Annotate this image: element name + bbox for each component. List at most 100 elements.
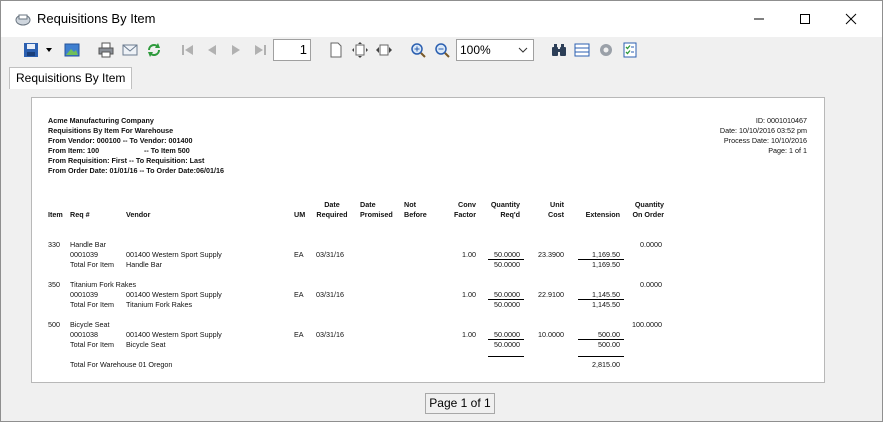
- total-label: Total For Item: [70, 260, 114, 269]
- image-export-icon: [64, 43, 80, 57]
- header-extension: Extension: [585, 210, 620, 219]
- filter-item-to: -- To Item 500: [144, 146, 190, 155]
- quantity-reqd: 50.0000: [494, 330, 520, 339]
- last-page-button[interactable]: [250, 40, 270, 60]
- refresh-button[interactable]: [144, 40, 164, 60]
- quantity-reqd: 50.0000: [494, 250, 520, 259]
- email-button[interactable]: [120, 40, 140, 60]
- tab-strip: Requisitions By Item: [9, 67, 875, 90]
- export-image-button[interactable]: [62, 40, 82, 60]
- close-button[interactable]: [828, 1, 874, 37]
- chevron-down-icon: [518, 47, 528, 53]
- header-item: Item: [48, 210, 63, 219]
- settings-button[interactable]: [596, 40, 616, 60]
- total-label: Total For Item: [70, 340, 114, 349]
- date-required: 03/31/16: [316, 290, 344, 299]
- zoom-select[interactable]: 100%: [456, 39, 534, 61]
- window-title: Requisitions By Item: [37, 11, 156, 26]
- item-number: 330: [48, 240, 60, 249]
- total-description: Handle Bar: [126, 260, 162, 269]
- company-name: Acme Manufacturing Company: [48, 116, 154, 125]
- page-number-input[interactable]: 1: [273, 39, 311, 61]
- req-number: 0001038: [70, 330, 98, 339]
- prev-page-button[interactable]: [202, 40, 222, 60]
- header-on-order-1: Quantity: [634, 200, 664, 209]
- header-unit-1: Unit: [550, 200, 564, 209]
- unit-of-measure: EA: [294, 330, 304, 339]
- item-description: Handle Bar: [70, 240, 106, 249]
- header-date-promised-1: Date: [360, 200, 376, 209]
- layout-button[interactable]: [572, 40, 592, 60]
- close-icon: [845, 13, 857, 25]
- zoom-out-button[interactable]: [432, 40, 452, 60]
- quantity-reqd: 50.0000: [494, 290, 520, 299]
- conv-factor: 1.00: [462, 250, 476, 259]
- extension: 1,169.50: [592, 250, 620, 259]
- tab-requisitions-by-item[interactable]: Requisitions By Item: [9, 67, 133, 90]
- unit-of-measure: EA: [294, 290, 304, 299]
- binoculars-icon: [552, 44, 566, 56]
- save-button[interactable]: [21, 40, 41, 60]
- options-button[interactable]: [620, 40, 640, 60]
- total-label: Total For Item: [70, 300, 114, 309]
- total-extension: 500.00: [598, 340, 620, 349]
- first-page-icon: [182, 45, 193, 55]
- checklist-icon: [623, 42, 637, 58]
- minimize-button[interactable]: [736, 1, 782, 37]
- print-button[interactable]: [96, 40, 116, 60]
- item-number: 350: [48, 280, 60, 289]
- vendor-name: 001400 Western Sport Supply: [126, 330, 222, 339]
- report-title: Requisitions By Item For Warehouse: [48, 126, 174, 135]
- unit-cost: 22.9100: [538, 290, 564, 299]
- header-um: UM: [294, 210, 306, 219]
- report-window: Requisitions By Item 1 100% Requisitions…: [0, 0, 883, 422]
- zoom-in-icon: [411, 43, 426, 58]
- total-description: Titanium Fork Rakes: [126, 300, 193, 309]
- find-button[interactable]: [549, 40, 569, 60]
- email-icon: [122, 44, 138, 56]
- req-number: 0001039: [70, 290, 98, 299]
- header-date-required-2: Required: [316, 210, 348, 219]
- save-dropdown[interactable]: [43, 40, 55, 60]
- report-date: Date: 10/10/2016 03:52 pm: [719, 126, 807, 135]
- unit-of-measure: EA: [294, 250, 304, 259]
- zoom-in-button[interactable]: [408, 40, 428, 60]
- next-page-button[interactable]: [226, 40, 246, 60]
- warehouse-total-label: Total For Warehouse 01 Oregon: [70, 360, 173, 369]
- fit-page-button[interactable]: [350, 40, 370, 60]
- print-icon: [98, 42, 114, 58]
- gear-icon: [600, 44, 612, 56]
- item-description: Bicycle Seat: [70, 320, 110, 329]
- title-bar: Requisitions By Item: [1, 1, 882, 37]
- maximize-button[interactable]: [782, 1, 828, 37]
- process-date: Process Date: 10/10/2016: [723, 136, 807, 145]
- report-page-number: Page: 1 of 1: [768, 146, 807, 155]
- report-viewport[interactable]: Acme Manufacturing Company Requisitions …: [9, 89, 875, 384]
- report-id: ID: 0001010467: [755, 116, 807, 125]
- vendor-name: 001400 Western Sport Supply: [126, 290, 222, 299]
- header-conv-2: Factor: [454, 210, 476, 219]
- header-conv-1: Conv: [458, 200, 476, 209]
- layout-icon: [574, 43, 590, 57]
- toolbar: [1, 37, 882, 67]
- underline: [578, 356, 624, 357]
- next-page-icon: [232, 45, 240, 55]
- warehouse-total-extension: 2,815.00: [592, 360, 620, 369]
- header-qty-1: Quantity: [490, 200, 520, 209]
- printer-app-icon: [15, 14, 31, 26]
- zoom-out-icon: [435, 43, 450, 58]
- extension: 500.00: [598, 330, 620, 339]
- maximize-icon: [800, 14, 810, 24]
- quantity-on-order: 0.0000: [640, 240, 662, 249]
- unit-cost: 23.3900: [538, 250, 564, 259]
- filter-order-date: From Order Date: 01/01/16 -- To Order Da…: [48, 166, 225, 175]
- date-required: 03/31/16: [316, 330, 344, 339]
- page-setup-button[interactable]: [326, 40, 346, 60]
- fit-width-button[interactable]: [374, 40, 394, 60]
- total-quantity: 50.0000: [494, 340, 520, 349]
- first-page-button[interactable]: [178, 40, 198, 60]
- date-required: 03/31/16: [316, 250, 344, 259]
- fit-width-icon: [376, 44, 392, 56]
- header-unit-2: Cost: [548, 210, 564, 219]
- last-page-icon: [255, 45, 266, 55]
